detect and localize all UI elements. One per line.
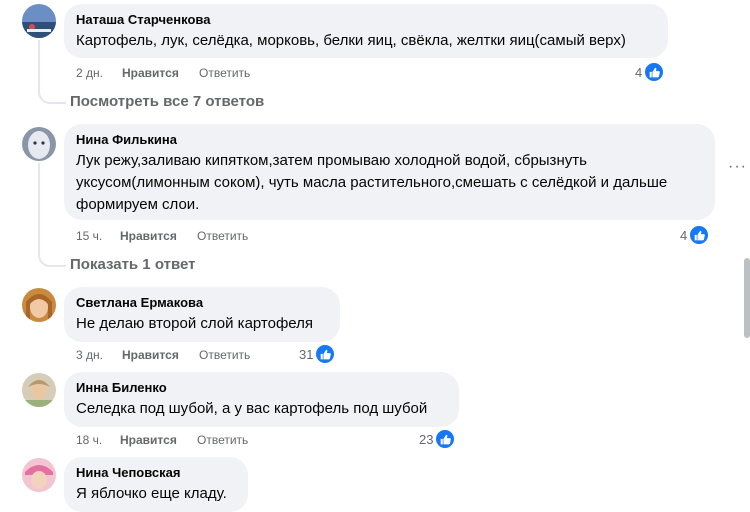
comment-bubble: Наташа Старченкова Картофель, лук, селёд… xyxy=(64,4,668,58)
reactions[interactable]: 23 xyxy=(419,429,456,449)
comment-time[interactable]: 3 дн. xyxy=(76,347,122,363)
avatar-image xyxy=(22,127,56,161)
avatar[interactable] xyxy=(22,127,56,161)
reply-button[interactable]: Ответить xyxy=(197,228,248,244)
avatar-image xyxy=(22,458,56,492)
comment-text-line: формируем слои. xyxy=(76,196,200,213)
like-reaction-icon xyxy=(315,344,336,364)
comment-text: Картофель, лук, селёдка, морковь, белки … xyxy=(76,32,626,49)
reaction-count: 23 xyxy=(419,431,434,447)
comment-time[interactable]: 15 ч. xyxy=(76,228,120,244)
comment-text: Не делаю второй слой картофеля xyxy=(76,315,314,332)
comment-bubble: Нина Чеповская Я яблочко еще кладу. xyxy=(64,457,248,512)
avatar-image xyxy=(22,288,56,322)
reactions[interactable]: 4 xyxy=(635,62,665,82)
like-reaction-icon xyxy=(689,225,710,245)
comment-actions: 3 дн. Нравится Ответить xyxy=(76,347,250,363)
comment-time[interactable]: 18 ч. xyxy=(76,432,120,448)
avatar[interactable] xyxy=(22,4,56,38)
reactions[interactable]: 4 xyxy=(680,225,710,245)
reaction-count: 31 xyxy=(299,346,314,362)
comment-time[interactable]: 2 дн. xyxy=(76,65,122,81)
like-reaction-icon xyxy=(435,429,456,449)
like-reaction-icon xyxy=(644,62,665,82)
reaction-count: 4 xyxy=(635,64,643,80)
avatar[interactable] xyxy=(22,288,56,322)
comment-text-line: уксусом(лимонным соком), чуть масла раст… xyxy=(76,174,668,191)
thread-connector xyxy=(38,40,66,104)
comment-text: Лук режу,заливаю кипятком,затем промываю… xyxy=(76,150,703,216)
avatar-image xyxy=(22,373,56,407)
comment-author[interactable]: Нина Филькина xyxy=(76,132,703,148)
comment-actions: 15 ч. Нравится Ответить xyxy=(76,228,248,244)
comment-author[interactable]: Инна Биленко xyxy=(76,380,447,396)
reactions[interactable]: 31 xyxy=(299,344,336,364)
like-button[interactable]: Нравится xyxy=(122,347,199,363)
reply-button[interactable]: Ответить xyxy=(197,432,248,448)
comment-text: Я яблочко еще кладу. xyxy=(76,485,227,502)
comment-author[interactable]: Наташа Старченкова xyxy=(76,12,656,28)
view-replies-link[interactable]: Показать 1 ответ xyxy=(70,255,195,275)
more-options-icon[interactable]: ··· xyxy=(728,158,747,176)
thread-connector xyxy=(38,163,66,267)
avatar[interactable] xyxy=(22,458,56,492)
comment-bubble: Инна Биленко Селедка под шубой, а у вас … xyxy=(64,372,459,427)
comment-author[interactable]: Светлана Ермакова xyxy=(76,295,328,311)
reply-button[interactable]: Ответить xyxy=(199,347,250,363)
avatar[interactable] xyxy=(22,373,56,407)
view-replies-link[interactable]: Посмотреть все 7 ответов xyxy=(70,92,264,112)
like-button[interactable]: Нравится xyxy=(120,432,197,448)
comment-actions: 2 дн. Нравится Ответить xyxy=(76,65,250,81)
like-button[interactable]: Нравится xyxy=(120,228,197,244)
reaction-count: 4 xyxy=(680,227,688,243)
comment-text: Селедка под шубой, а у вас картофель под… xyxy=(76,400,428,417)
scrollbar[interactable] xyxy=(744,258,750,338)
reply-button[interactable]: Ответить xyxy=(199,65,250,81)
like-button[interactable]: Нравится xyxy=(122,65,199,81)
comment-author[interactable]: Нина Чеповская xyxy=(76,465,236,481)
comment-bubble: Нина Филькина Лук режу,заливаю кипятком,… xyxy=(64,124,715,220)
comment-text-line: Лук режу,заливаю кипятком,затем промываю… xyxy=(76,152,587,169)
comment-actions: 18 ч. Нравится Ответить xyxy=(76,432,248,448)
avatar-image xyxy=(22,4,56,38)
comment-bubble: Светлана Ермакова Не делаю второй слой к… xyxy=(64,287,340,342)
